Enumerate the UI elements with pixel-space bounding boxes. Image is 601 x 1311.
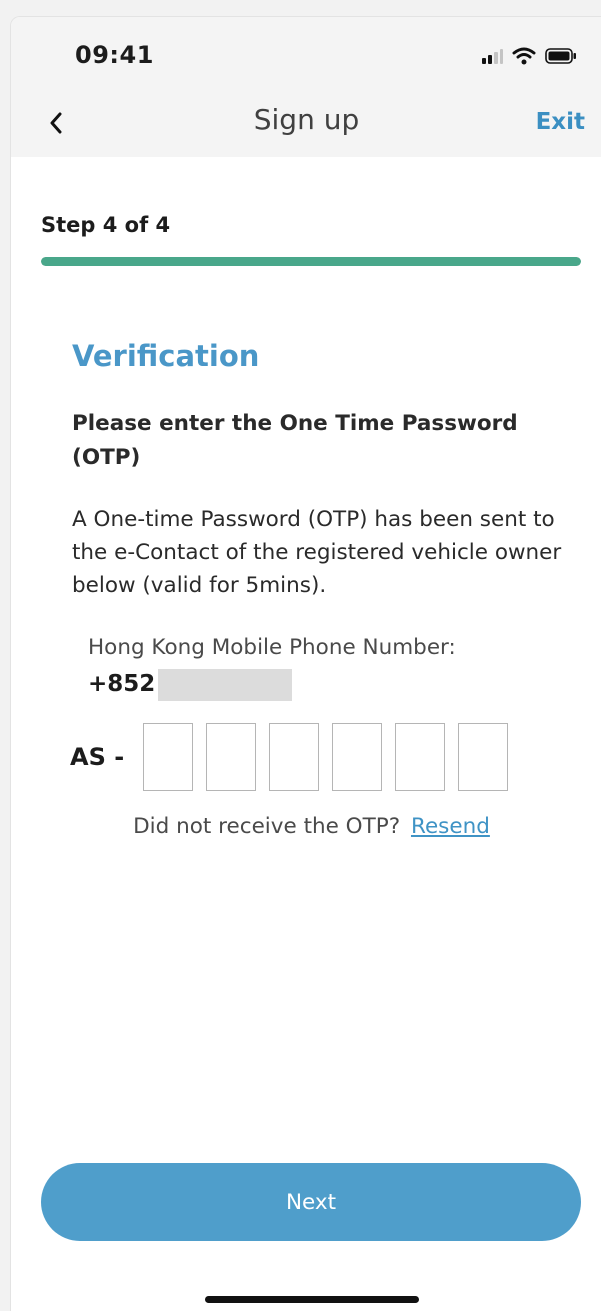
otp-instruction: Please enter the One Time Password (OTP) <box>72 411 518 470</box>
resend-link[interactable]: Resend <box>411 814 490 839</box>
otp-description: A One-time Password (OTP) has been sent … <box>72 507 562 598</box>
otp-digit-2[interactable] <box>206 723 256 791</box>
phone-screen: 09:41 Sign up Exit Step 4 of 4 Verificat… <box>10 16 601 1311</box>
wifi-icon <box>512 47 536 65</box>
otp-prefix: AS - <box>70 743 125 771</box>
next-button[interactable]: Next <box>41 1163 581 1241</box>
otp-input-group <box>143 723 508 791</box>
otp-digit-5[interactable] <box>395 723 445 791</box>
progress-bar <box>41 257 581 266</box>
status-time: 09:41 <box>75 41 154 69</box>
otp-digit-3[interactable] <box>269 723 319 791</box>
otp-digit-1[interactable] <box>143 723 193 791</box>
phone-country-code: +852 <box>88 671 156 697</box>
status-icons <box>481 47 577 65</box>
exit-button[interactable]: Exit <box>536 109 585 135</box>
battery-icon <box>545 48 576 64</box>
resend-row: Did not receive the OTP? Resend <box>11 814 601 839</box>
progress-fill <box>41 257 581 266</box>
phone-number-label: Hong Kong Mobile Phone Number: <box>88 635 456 660</box>
masked-phone-number <box>158 669 292 701</box>
step-indicator: Step 4 of 4 <box>41 213 171 237</box>
otp-digit-6[interactable] <box>458 723 508 791</box>
resend-prompt: Did not receive the OTP? <box>133 814 401 839</box>
top-bar <box>11 17 601 157</box>
section-title: Verification <box>72 339 260 373</box>
otp-digit-4[interactable] <box>332 723 382 791</box>
signal-icon <box>482 49 503 64</box>
page-title: Sign up <box>253 103 360 136</box>
home-indicator <box>205 1296 419 1303</box>
